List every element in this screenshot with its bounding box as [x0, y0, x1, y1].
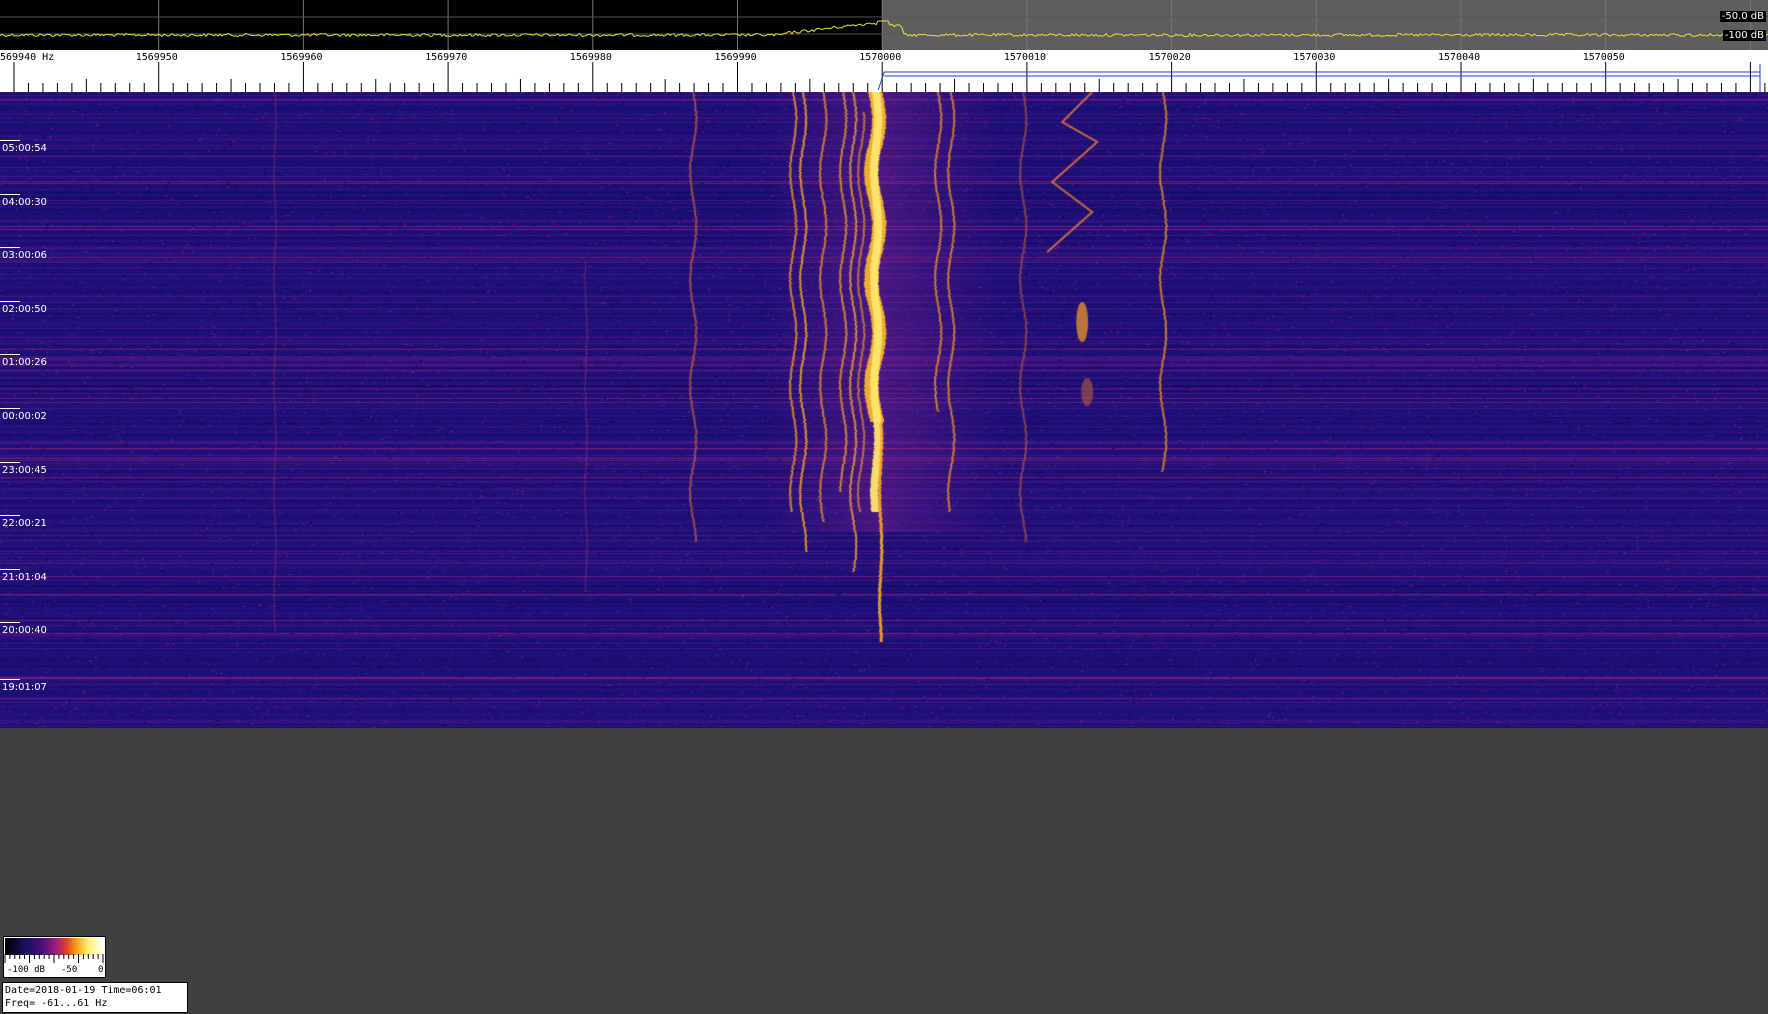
time-label: 02:00:50	[2, 303, 47, 315]
color-scale-min-label: -100 dB	[7, 965, 45, 975]
time-label: 00:00:02	[2, 411, 47, 422]
time-tick	[0, 247, 20, 249]
freq-label: 1570030	[1293, 52, 1336, 63]
freq-label: 1569950	[135, 52, 178, 63]
freq-label: 1569980	[569, 52, 612, 63]
time-tick	[0, 408, 20, 409]
time-label: 03:00:06	[2, 250, 47, 262]
time-tick	[0, 140, 20, 141]
color-scale-mid-label: -50	[61, 965, 78, 975]
spectrum-display[interactable]: -50.0 dB -100 dB	[0, 0, 1768, 50]
frequency-range-info: Freq= -61...61 Hz	[5, 998, 108, 1009]
time-label: 21:01:04	[2, 571, 47, 583]
time-tick	[0, 354, 20, 356]
time-tick	[0, 515, 20, 517]
spectrum-trace-plot	[0, 0, 1768, 50]
ruler-selection-bracket	[877, 71, 1760, 91]
freq-label: 1569990	[714, 52, 757, 63]
freq-label: 1570000	[859, 52, 902, 63]
freq-label: 1570020	[1148, 52, 1191, 63]
color-scale-legend: -100 dB -50 0	[3, 936, 106, 978]
freq-label: 1569970	[425, 52, 468, 63]
time-label: 20:00:40	[2, 625, 47, 637]
freq-label: 1570010	[1003, 52, 1047, 63]
color-scale-gradient	[5, 938, 104, 955]
time-label: 19:01:07	[2, 682, 47, 693]
freq-label: 1569960	[280, 52, 323, 63]
time-tick	[0, 461, 20, 463]
time-label: 01:00:26	[2, 357, 47, 369]
freq-label: 1570040	[1438, 52, 1481, 63]
db-bottom-label: -100 dB	[1722, 30, 1766, 41]
time-tick	[0, 679, 20, 680]
time-tick	[0, 622, 20, 624]
frequency-ruler[interactable]: 569940 Hz 1569950 1569960 1569970 1569980 156…	[0, 50, 1768, 92]
spectrum-selection-region	[882, 0, 1768, 50]
time-label: 05:00:54	[2, 143, 47, 154]
freq-label: 569940 Hz	[0, 52, 55, 63]
freq-label: 1570050	[1582, 52, 1625, 63]
time-tick	[0, 300, 20, 302]
spectrogram-app: -50.0 dB -100 dB 569940 Hz 1569950 1569960…	[0, 0, 1768, 1014]
date-time-info: Date=2018-01-19 Time=06:01	[5, 985, 162, 996]
time-tick	[0, 193, 20, 195]
time-label: 22:00:21	[2, 518, 47, 530]
info-box: Date=2018-01-19 Time=06:01 Freq= -61...6…	[2, 982, 188, 1013]
db-top-label: -50.0 dB	[1719, 11, 1766, 22]
waterfall-canvas	[0, 92, 1768, 728]
waterfall-display[interactable]: 05:00:54 04:00:30 03:00:06 02:00:50 01:00:26…	[0, 92, 1768, 728]
time-label: 04:00:30	[2, 196, 47, 208]
time-tick	[0, 568, 20, 570]
time-label: 23:00:45	[2, 464, 47, 476]
color-scale-max-label: 0	[98, 965, 104, 975]
